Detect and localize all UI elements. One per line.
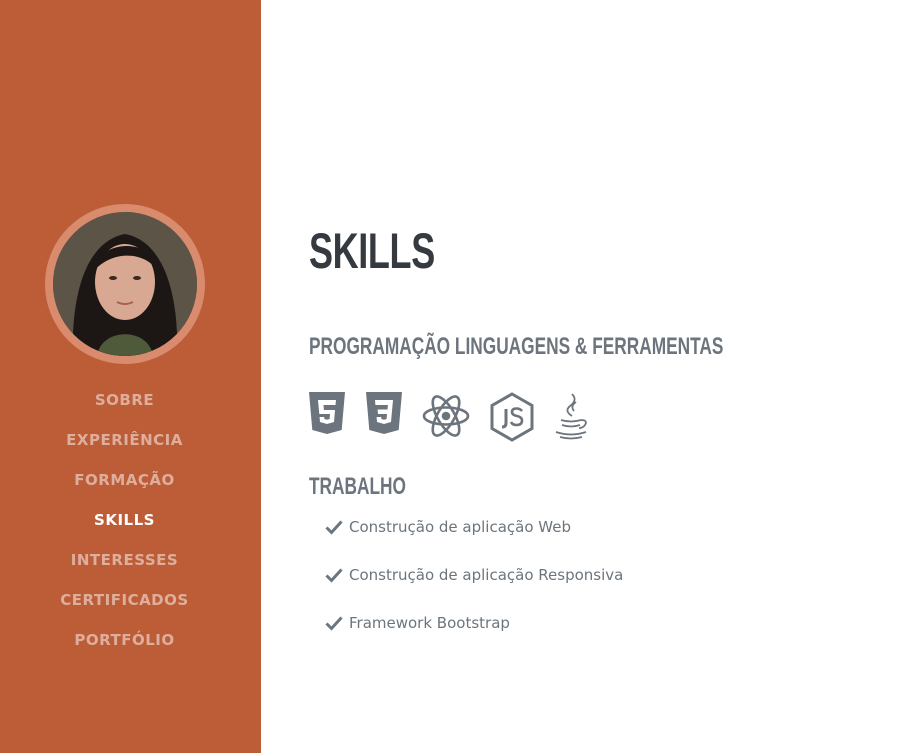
nav-item-experiencia[interactable]: EXPERIÊNCIA <box>0 424 249 464</box>
nav-item-portfolio[interactable]: PORTFÓLIO <box>0 624 249 664</box>
work-list: Construção de aplicação Web Construção d… <box>325 518 623 662</box>
list-item-label: Construção de aplicação Responsiva <box>349 566 624 584</box>
nav-item-skills[interactable]: SKILLS <box>0 504 249 544</box>
profile-photo-frame <box>45 204 205 364</box>
work-heading: TRABALHO <box>309 473 406 500</box>
profile-photo <box>53 212 197 356</box>
react-icon <box>422 395 470 437</box>
nav-item-interesses[interactable]: INTERESSES <box>0 544 249 584</box>
list-item-label: Framework Bootstrap <box>349 614 510 632</box>
sidebar: SOBRE EXPERIÊNCIA FORMAÇÃO SKILLS INTERE… <box>0 0 261 753</box>
css3-icon <box>366 392 402 434</box>
java-icon <box>555 393 587 440</box>
list-item: Framework Bootstrap <box>325 614 623 662</box>
nav-item-formacao[interactable]: FORMAÇÃO <box>0 464 249 504</box>
languages-heading: PROGRAMAÇÃO LINGUAGENS & FERRAMENTAS <box>309 333 724 360</box>
check-icon <box>325 568 343 583</box>
html5-icon <box>309 392 345 434</box>
list-item-label: Construção de aplicação Web <box>349 518 572 536</box>
nodejs-icon <box>490 392 534 442</box>
list-item: Construção de aplicação Responsiva <box>325 566 623 614</box>
nav-item-sobre[interactable]: SOBRE <box>0 384 249 424</box>
list-item: Construção de aplicação Web <box>325 518 623 566</box>
check-icon <box>325 616 343 631</box>
avatar <box>53 212 197 356</box>
page-title: SKILLS <box>309 223 435 279</box>
sidebar-nav: SOBRE EXPERIÊNCIA FORMAÇÃO SKILLS INTERE… <box>0 384 249 664</box>
check-icon <box>325 520 343 535</box>
nav-item-certificados[interactable]: CERTIFICADOS <box>0 584 249 624</box>
